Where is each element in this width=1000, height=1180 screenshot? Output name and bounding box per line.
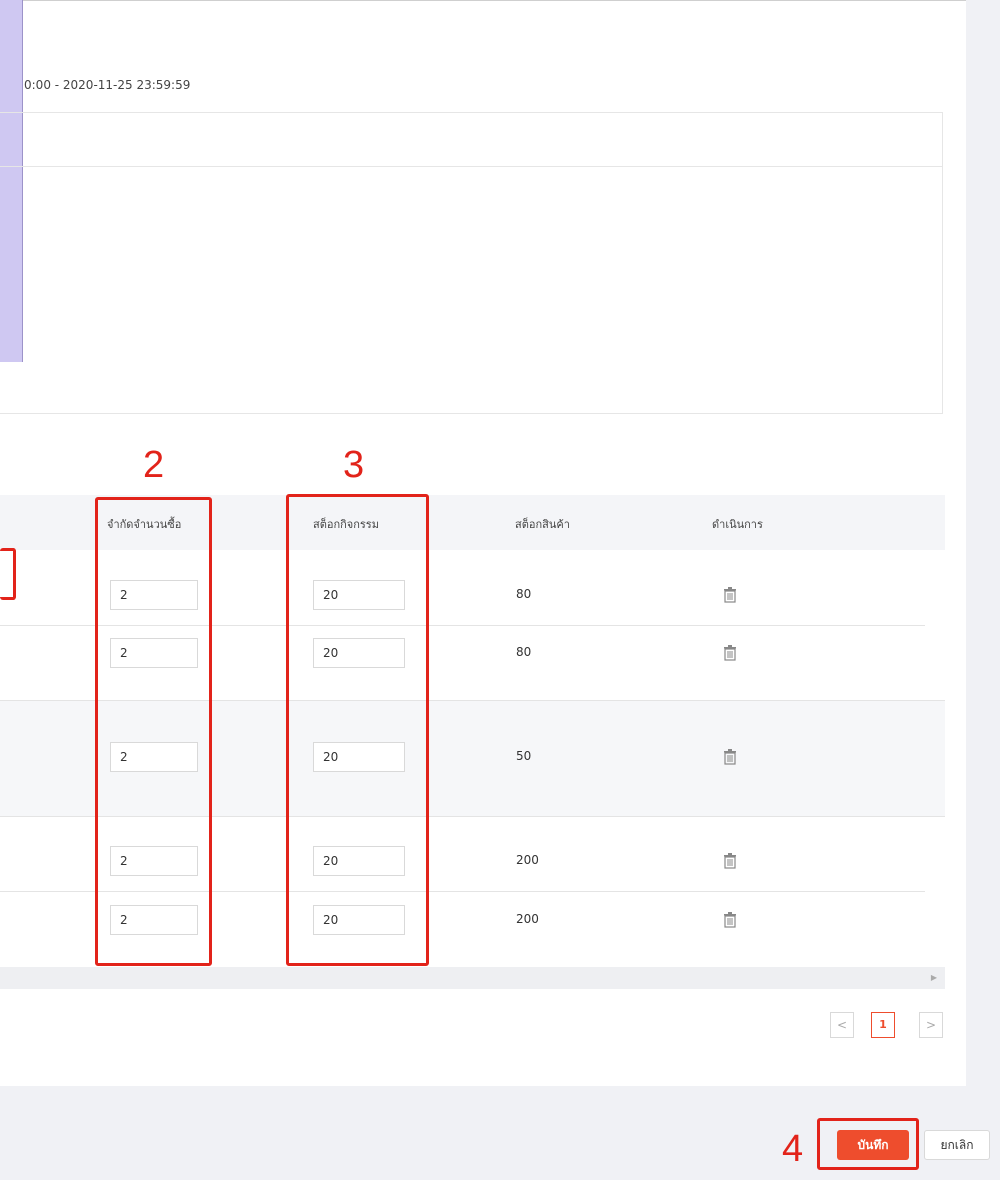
- product-stock-value: 50: [516, 749, 532, 763]
- pagination-page-1[interactable]: 1: [871, 1012, 895, 1038]
- product-stock-value: 200: [516, 853, 539, 867]
- product-info-box: [0, 112, 943, 414]
- trash-icon[interactable]: [723, 749, 737, 765]
- product-stock-value: 80: [516, 645, 532, 659]
- annotation-number-4: 4: [782, 1128, 804, 1170]
- horizontal-scrollbar[interactable]: ▶: [0, 967, 945, 989]
- info-box-divider: [0, 166, 942, 167]
- header-product-stock: สต็อกสินค้า: [515, 518, 570, 531]
- annotation-box-1: [0, 548, 16, 600]
- header-action: ดำเนินการ: [712, 518, 763, 531]
- annotation-number-2: 2: [143, 444, 165, 486]
- caret-right-icon[interactable]: ▶: [931, 973, 937, 982]
- product-stock-value: 80: [516, 587, 532, 601]
- product-stock-value: 200: [516, 912, 539, 926]
- pagination-next-button[interactable]: >: [919, 1012, 943, 1038]
- page-background: [968, 0, 1000, 1085]
- annotation-box-3: [286, 494, 429, 966]
- promotion-period: 0:00 - 2020-11-25 23:59:59: [24, 78, 191, 92]
- pagination-prev-button[interactable]: <: [830, 1012, 854, 1038]
- annotation-box-2: [95, 497, 212, 966]
- save-button[interactable]: บันทึก: [837, 1130, 909, 1160]
- trash-icon[interactable]: [723, 853, 737, 869]
- annotation-number-3: 3: [343, 444, 365, 486]
- trash-icon[interactable]: [723, 587, 737, 603]
- cancel-button[interactable]: ยกเลิก: [924, 1130, 990, 1160]
- trash-icon[interactable]: [723, 645, 737, 661]
- trash-icon[interactable]: [723, 912, 737, 928]
